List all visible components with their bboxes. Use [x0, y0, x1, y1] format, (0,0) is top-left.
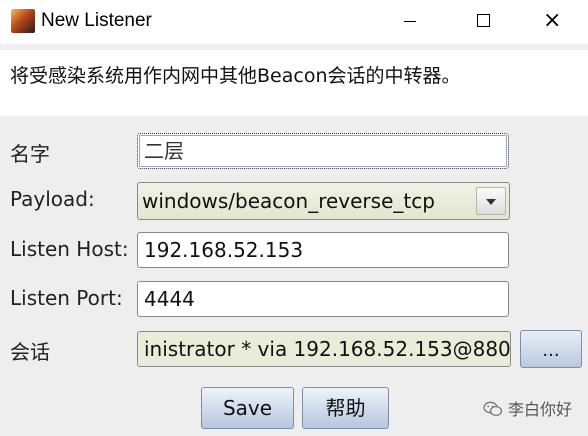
window-title: New Listener — [41, 10, 152, 31]
listen-host-input[interactable]: 192.168.52.153 — [137, 232, 509, 268]
session-field[interactable]: inistrator * via 192.168.52.153@880 — [137, 331, 511, 367]
close-button[interactable]: × — [520, 0, 588, 44]
watermark-text: 李白你好 — [508, 400, 573, 419]
name-label: 名字 — [10, 142, 50, 166]
help-button[interactable]: 帮助 — [302, 387, 389, 429]
payload-select[interactable]: windows/beacon_reverse_tcp — [137, 182, 510, 220]
name-input[interactable]: 二层 — [137, 133, 509, 169]
save-button[interactable]: Save — [201, 387, 294, 429]
chevron-down-icon — [486, 199, 496, 205]
app-icon — [11, 9, 35, 33]
payload-label: Payload: — [10, 187, 95, 211]
listen-port-input[interactable]: 4444 — [137, 281, 509, 317]
close-icon: × — [543, 8, 562, 33]
payload-dropdown-button[interactable] — [476, 187, 506, 215]
watermark: 李白你好 — [483, 396, 572, 420]
maximize-icon — [477, 14, 490, 27]
wechat-icon — [483, 401, 503, 417]
session-label: 会话 — [10, 340, 50, 364]
listen-port-label: Listen Port: — [10, 286, 123, 310]
maximize-button[interactable] — [448, 0, 518, 44]
minimize-icon — [404, 21, 416, 22]
session-browse-button[interactable]: ... — [520, 330, 582, 368]
minimize-button[interactable] — [376, 0, 446, 44]
payload-select-value: windows/beacon_reverse_tcp — [142, 189, 435, 213]
window-titlebar: New Listener × — [0, 0, 588, 44]
description-panel: 将受感染系统用作内网中其他Beacon会话的中转器。 — [0, 50, 588, 116]
listen-host-label: Listen Host: — [10, 237, 129, 261]
description-text: 将受感染系统用作内网中其他Beacon会话的中转器。 — [10, 65, 461, 87]
